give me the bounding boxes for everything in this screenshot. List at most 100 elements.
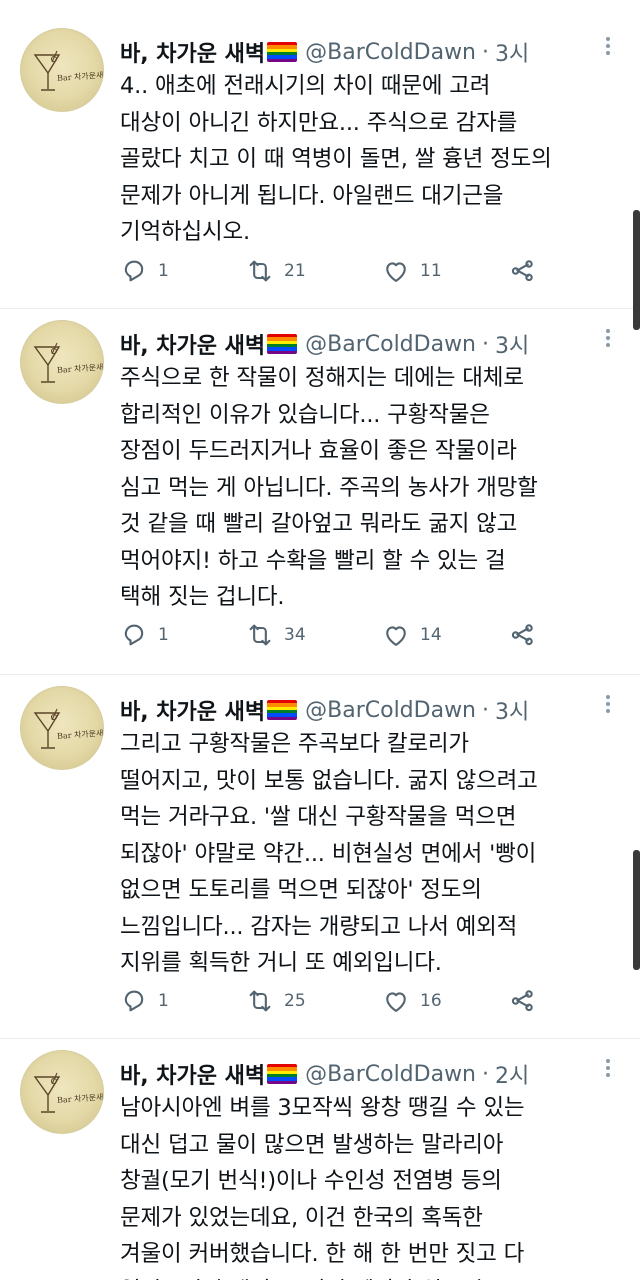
tweet-text-line: 대신 덥고 물이 많으면 발생하는 말라리아 [120, 1131, 504, 1158]
tweet-text-line: 떨어지고, 맛이 보통 없습니다. 굶지 않으려고 [120, 767, 538, 794]
tweet-time[interactable]: 3시 [495, 36, 529, 68]
share-button[interactable] [508, 620, 536, 650]
tweet-text-line: 남아시아엔 벼를 3모작씩 왕창 땡길 수 있는 [120, 1095, 525, 1121]
tweet-time[interactable]: 3시 [495, 328, 529, 360]
like-button[interactable]: 14 [382, 620, 442, 650]
scrollbar-thumb[interactable] [633, 210, 640, 330]
rainbow-flag-icon [267, 334, 298, 354]
more-options-icon[interactable] [598, 692, 618, 722]
like-button[interactable]: 11 [382, 256, 442, 286]
tweet-text-line: 기억하십시오. [120, 219, 250, 245]
display-name[interactable]: 바, 차가운 새벽 [120, 1058, 265, 1090]
more-options-icon[interactable] [598, 326, 618, 356]
tweet-header: 바, 차가운 새벽 @BarColdDawn · 3시 [120, 326, 529, 362]
tweet-text-line: 얼려죽이면 됐지요. 진렬 빼지만 심으면 [120, 1273, 620, 1280]
tweet-text-line: 택해 짓는 겁니다. [120, 584, 285, 610]
separator-dot: · [482, 39, 490, 65]
tweet-text-line: 문제가 있었는데요, 이건 한국의 혹독한 [120, 1204, 483, 1231]
tweet-actions: 1 21 11 [120, 256, 540, 286]
tweet-time[interactable]: 3시 [495, 694, 529, 726]
tweet-text-line: 심고 먹는 게 아닙니다. 주곡의 농사가 개망할 [120, 474, 538, 501]
more-options-icon[interactable] [598, 34, 618, 64]
like-count: 11 [420, 261, 442, 281]
retweet-icon [249, 990, 271, 1012]
tweet-text-line: 겨울이 커버했습니다. 한 해 한 번만 짓고 다 [120, 1241, 525, 1267]
rainbow-flag-icon [267, 42, 298, 62]
tweet-header: 바, 차가운 새벽 @BarColdDawn · 2시 [120, 1056, 529, 1092]
retweet-icon [249, 624, 271, 646]
tweet-text-line: 장점이 두드러지거나 효율이 좋은 작물이라 [120, 438, 517, 464]
retweet-count: 34 [284, 625, 306, 645]
tweet-header: 바, 차가운 새벽 @BarColdDawn · 3시 [120, 34, 529, 70]
tweet-text: 주식으로 한 작물이 정해지는 데에는 대체로합리적인 이유가 있습니다... … [120, 360, 620, 616]
tweet-divider [0, 308, 640, 309]
scrollbar-thumb-lower[interactable] [633, 850, 640, 970]
reply-button[interactable]: 1 [120, 620, 169, 650]
reply-button[interactable]: 1 [120, 256, 169, 286]
replie-count: 1 [158, 625, 169, 645]
retweet-count: 21 [284, 261, 306, 281]
reply-icon [124, 624, 144, 646]
share-icon [511, 260, 533, 282]
tweet-actions: 1 34 14 [120, 620, 540, 650]
tweet-text-line: 지위를 획득한 거니 또 예외입니다. [120, 950, 442, 976]
user-handle[interactable]: @BarColdDawn [305, 40, 476, 65]
reply-icon [124, 990, 144, 1012]
tweet-time[interactable]: 2시 [495, 1058, 529, 1090]
retweet-button[interactable]: 34 [246, 620, 306, 650]
heart-icon [386, 626, 406, 646]
tweet-text: 그리고 구황작물은 주곡보다 칼로리가떨어지고, 맛이 보통 없습니다. 굶지 … [120, 726, 620, 982]
avatar[interactable]: Bar 차가운새벽 [20, 320, 104, 404]
share-icon [511, 624, 533, 646]
tweet-actions: 1 25 16 [120, 986, 540, 1016]
share-button[interactable] [508, 256, 536, 286]
tweet-text: 남아시아엔 벼를 3모작씩 왕창 땡길 수 있는대신 덥고 물이 많으면 발생하… [120, 1090, 620, 1280]
tweet-divider [0, 674, 640, 675]
tweet-text: 4.. 애초에 전래시기의 차이 때문에 고려대상이 아니긴 하지만요... 주… [120, 68, 620, 251]
tweet-text-line: 것 같을 때 빨리 갈아엎고 뭐라도 굶지 않고 [120, 511, 518, 537]
retweet-button[interactable]: 21 [246, 256, 306, 286]
avatar[interactable]: Bar 차가운새벽 [20, 28, 104, 112]
tweet-text-line: 먹는 거라구요. '쌀 대신 구황작물을 먹으면 [120, 804, 517, 830]
tweet-text-line: 느낌입니다... 감자는 개량되고 나서 예외적 [120, 913, 518, 940]
separator-dot: · [482, 331, 490, 357]
user-handle[interactable]: @BarColdDawn [305, 698, 476, 723]
heart-icon [386, 262, 406, 282]
display-name[interactable]: 바, 차가운 새벽 [120, 694, 265, 726]
tweet-text-line: 없으면 도토리를 먹으면 되잖아' 정도의 [120, 877, 482, 903]
tweet-text-line: 골랐다 치고 이 때 역병이 돌면, 쌀 흉년 정도의 [120, 146, 552, 172]
tweet-header: 바, 차가운 새벽 @BarColdDawn · 3시 [120, 692, 529, 728]
user-handle[interactable]: @BarColdDawn [305, 1062, 476, 1087]
tweet-divider [0, 1038, 640, 1039]
display-name[interactable]: 바, 차가운 새벽 [120, 36, 265, 68]
tweet-text-line: 대상이 아니긴 하지만요... 주식으로 감자를 [120, 109, 518, 136]
user-handle[interactable]: @BarColdDawn [305, 332, 476, 357]
tweet-text-line: 주식으로 한 작물이 정해지는 데에는 대체로 [120, 365, 524, 391]
rainbow-flag-icon [267, 1064, 298, 1084]
tweet-text-line: 창궐(모기 번식!)이나 수인성 전염병 등의 [120, 1168, 502, 1194]
tweet-text-line: 4.. 애초에 전래시기의 차이 때문에 고려 [120, 73, 491, 99]
heart-icon [386, 992, 406, 1012]
tweet-text-line: 문제가 아니게 됩니다. 아일랜드 대기근을 [120, 182, 504, 209]
more-options-icon[interactable] [598, 1056, 618, 1086]
separator-dot: · [482, 697, 490, 723]
like-count: 16 [420, 991, 442, 1011]
display-name[interactable]: 바, 차가운 새벽 [120, 328, 265, 360]
replie-count: 1 [158, 991, 169, 1011]
replie-count: 1 [158, 261, 169, 281]
reply-icon [124, 260, 144, 282]
like-button[interactable]: 16 [382, 986, 442, 1016]
share-button[interactable] [508, 986, 536, 1016]
tweet-text-line: 그리고 구황작물은 주곡보다 칼로리가 [120, 731, 469, 757]
tweet-text-line: 되잖아' 야말로 약간... 비현실성 면에서 '빵이 [120, 840, 537, 867]
reply-button[interactable]: 1 [120, 986, 169, 1016]
tweet-text-line: 합리적인 이유가 있습니다... 구황작물은 [120, 401, 490, 428]
avatar[interactable]: Bar 차가운새벽 [20, 1050, 104, 1134]
share-icon [511, 990, 533, 1012]
retweet-icon [249, 260, 271, 282]
avatar[interactable]: Bar 차가운새벽 [20, 686, 104, 770]
retweet-button[interactable]: 25 [246, 986, 306, 1016]
rainbow-flag-icon [267, 700, 298, 720]
retweet-count: 25 [284, 991, 306, 1011]
like-count: 14 [420, 625, 442, 645]
